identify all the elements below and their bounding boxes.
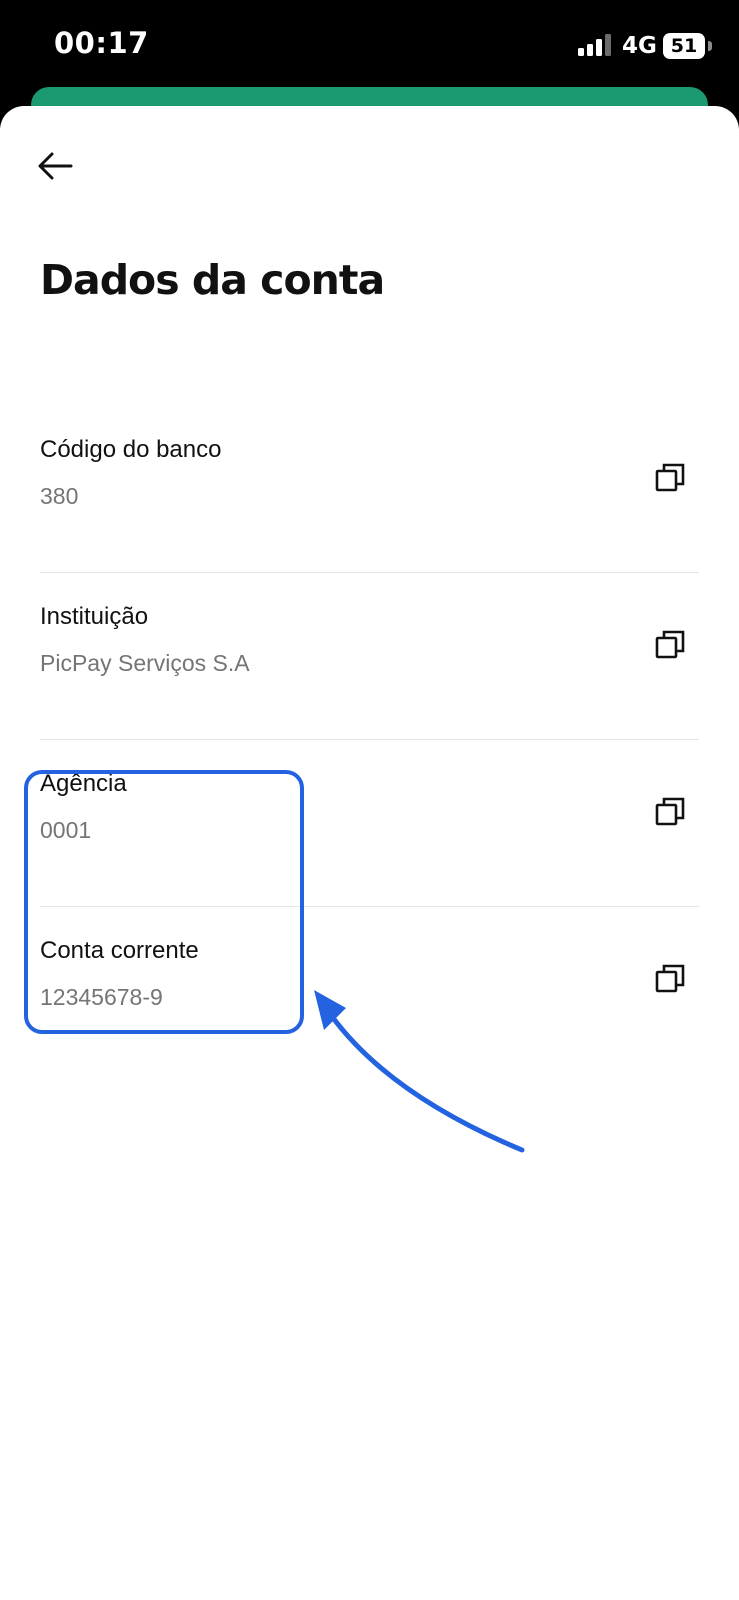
network-type: 4G (622, 33, 657, 59)
branch-label: Agência (40, 770, 127, 797)
page-title: Dados da conta (40, 256, 385, 304)
detail-row-institution: Instituição PicPay Serviços S.A (40, 573, 699, 740)
battery-level: 51 (663, 33, 705, 59)
detail-row-bank-code: Código do banco 380 (40, 406, 699, 573)
account-details-sheet: Dados da conta Código do banco 380 Insti… (0, 106, 739, 1600)
copy-icon (655, 630, 685, 659)
copy-branch-button[interactable] (649, 790, 693, 834)
bank-code-label: Código do banco (40, 436, 222, 463)
checking-account-label: Conta corrente (40, 937, 199, 964)
copy-bank-code-button[interactable] (649, 456, 693, 500)
copy-checking-account-button[interactable] (649, 957, 693, 1001)
institution-value: PicPay Serviços S.A (40, 650, 250, 676)
checking-account-value: 12345678-9 (40, 984, 163, 1010)
institution-label: Instituição (40, 603, 149, 630)
back-button[interactable] (30, 141, 80, 191)
battery-icon: 51 (663, 33, 713, 59)
copy-institution-button[interactable] (649, 623, 693, 667)
arrow-left-icon (38, 152, 73, 180)
status-bar: 00:17 4G 51 (0, 0, 739, 95)
detail-row-branch: Agência 0001 (40, 740, 699, 907)
battery-tip (708, 41, 712, 51)
bank-code-value: 380 (40, 483, 79, 509)
copy-icon (655, 797, 685, 826)
detail-row-checking-account: Conta corrente 12345678-9 (40, 907, 699, 1073)
copy-icon (655, 463, 685, 492)
account-details-list: Código do banco 380 Instituição PicPay S… (0, 406, 739, 1073)
branch-value: 0001 (40, 817, 92, 843)
status-time: 00:17 (54, 26, 149, 60)
copy-icon (655, 964, 685, 993)
cellular-signal-icon (578, 34, 611, 56)
